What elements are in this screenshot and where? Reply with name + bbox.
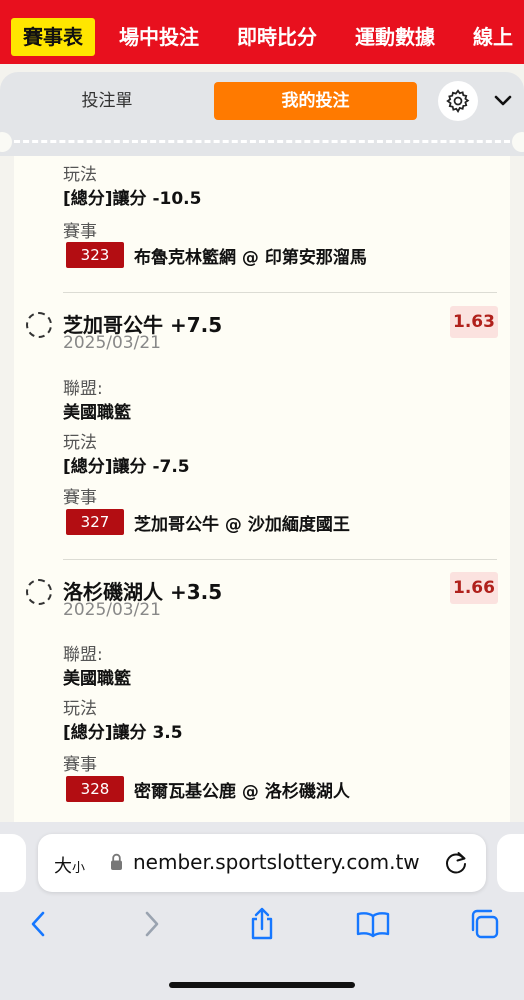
bet-type-value: [總分]讓分 -10.5 (63, 189, 202, 209)
browser-toolbar: 大小 nember.sportslottery.com.tw (0, 822, 524, 1000)
tabs-icon[interactable] (466, 906, 502, 942)
top-nav: 賽事表 場中投注 即時比分 運動數據 線上 (0, 0, 524, 64)
match-label: 賽事 (63, 755, 97, 775)
chevron-down-icon[interactable] (490, 88, 516, 114)
bet-type-value: [總分]讓分 3.5 (63, 723, 183, 743)
league-value: 美國職籃 (63, 669, 131, 689)
tab-bet-slip[interactable]: 投注單 (40, 82, 174, 120)
text-size-button[interactable]: 大小 (54, 852, 85, 878)
match-row: 323 布魯克林籃網 @ 印第安那溜馬 (66, 242, 367, 268)
nav-item-live-betting[interactable]: 場中投注 (119, 18, 199, 56)
ticket-notch-left (0, 132, 12, 152)
match-label: 賽事 (63, 488, 97, 508)
home-indicator (169, 982, 355, 988)
bet-type-label: 玩法 (63, 433, 97, 453)
back-icon[interactable] (20, 906, 56, 942)
bet-date: 2025/03/21 (63, 333, 161, 353)
gear-icon[interactable] (438, 81, 478, 121)
nav-item-live-scores[interactable]: 即時比分 (237, 18, 317, 56)
ticket-divider (14, 140, 510, 143)
bet-divider (63, 559, 497, 560)
betslip-header: 投注單 我的投注 (0, 72, 524, 156)
bet-date: 2025/03/21 (63, 600, 161, 620)
bet-type-label: 玩法 (63, 699, 97, 719)
nav-item-schedule[interactable]: 賽事表 (11, 18, 95, 56)
text-size-label: 大 (54, 856, 72, 877)
match-row: 328 密爾瓦基公鹿 @ 洛杉磯湖人 (66, 776, 350, 802)
match-row: 327 芝加哥公牛 @ 沙加緬度國王 (66, 509, 350, 535)
odds-badge: 1.63 (450, 306, 498, 338)
url-text[interactable]: nember.sportslottery.com.tw (133, 850, 420, 874)
bet-type-label: 玩法 (63, 165, 97, 185)
share-icon[interactable] (244, 906, 280, 942)
bet-type-value: [總分]讓分 -7.5 (63, 457, 190, 477)
tab-my-bets[interactable]: 我的投注 (214, 82, 417, 120)
ticket-notch-right (512, 132, 524, 152)
bookmarks-icon[interactable] (355, 906, 391, 942)
bet-select-radio[interactable] (26, 579, 52, 605)
match-name: 密爾瓦基公鹿 @ 洛杉磯湖人 (134, 781, 350, 802)
match-name: 布魯克林籃網 @ 印第安那溜馬 (134, 247, 367, 268)
match-number-badge: 323 (66, 242, 124, 268)
match-name: 芝加哥公牛 @ 沙加緬度國王 (134, 514, 350, 535)
league-label: 聯盟: (63, 645, 103, 665)
match-number-badge: 327 (66, 509, 124, 535)
nav-item-sports-data[interactable]: 運動數據 (355, 18, 435, 56)
bet-select-radio[interactable] (26, 312, 52, 338)
prev-tab-pill[interactable] (0, 834, 26, 892)
bet-divider (63, 292, 497, 293)
lock-icon (110, 853, 123, 875)
odds-badge: 1.66 (450, 572, 498, 604)
league-label: 聯盟: (63, 379, 103, 399)
match-label: 賽事 (63, 222, 97, 242)
league-value: 美國職籃 (63, 403, 131, 423)
next-tab-pill[interactable] (497, 834, 524, 892)
address-bar[interactable]: 大小 nember.sportslottery.com.tw (38, 834, 486, 892)
text-size-small-label: 小 (72, 861, 86, 876)
reload-icon[interactable] (443, 849, 469, 881)
nav-item-online[interactable]: 線上 (473, 18, 513, 56)
my-bets-list[interactable]: 玩法 [總分]讓分 -10.5 賽事 323 布魯克林籃網 @ 印第安那溜馬 芝… (14, 156, 510, 822)
match-number-badge: 328 (66, 776, 124, 802)
forward-icon[interactable] (134, 906, 170, 942)
